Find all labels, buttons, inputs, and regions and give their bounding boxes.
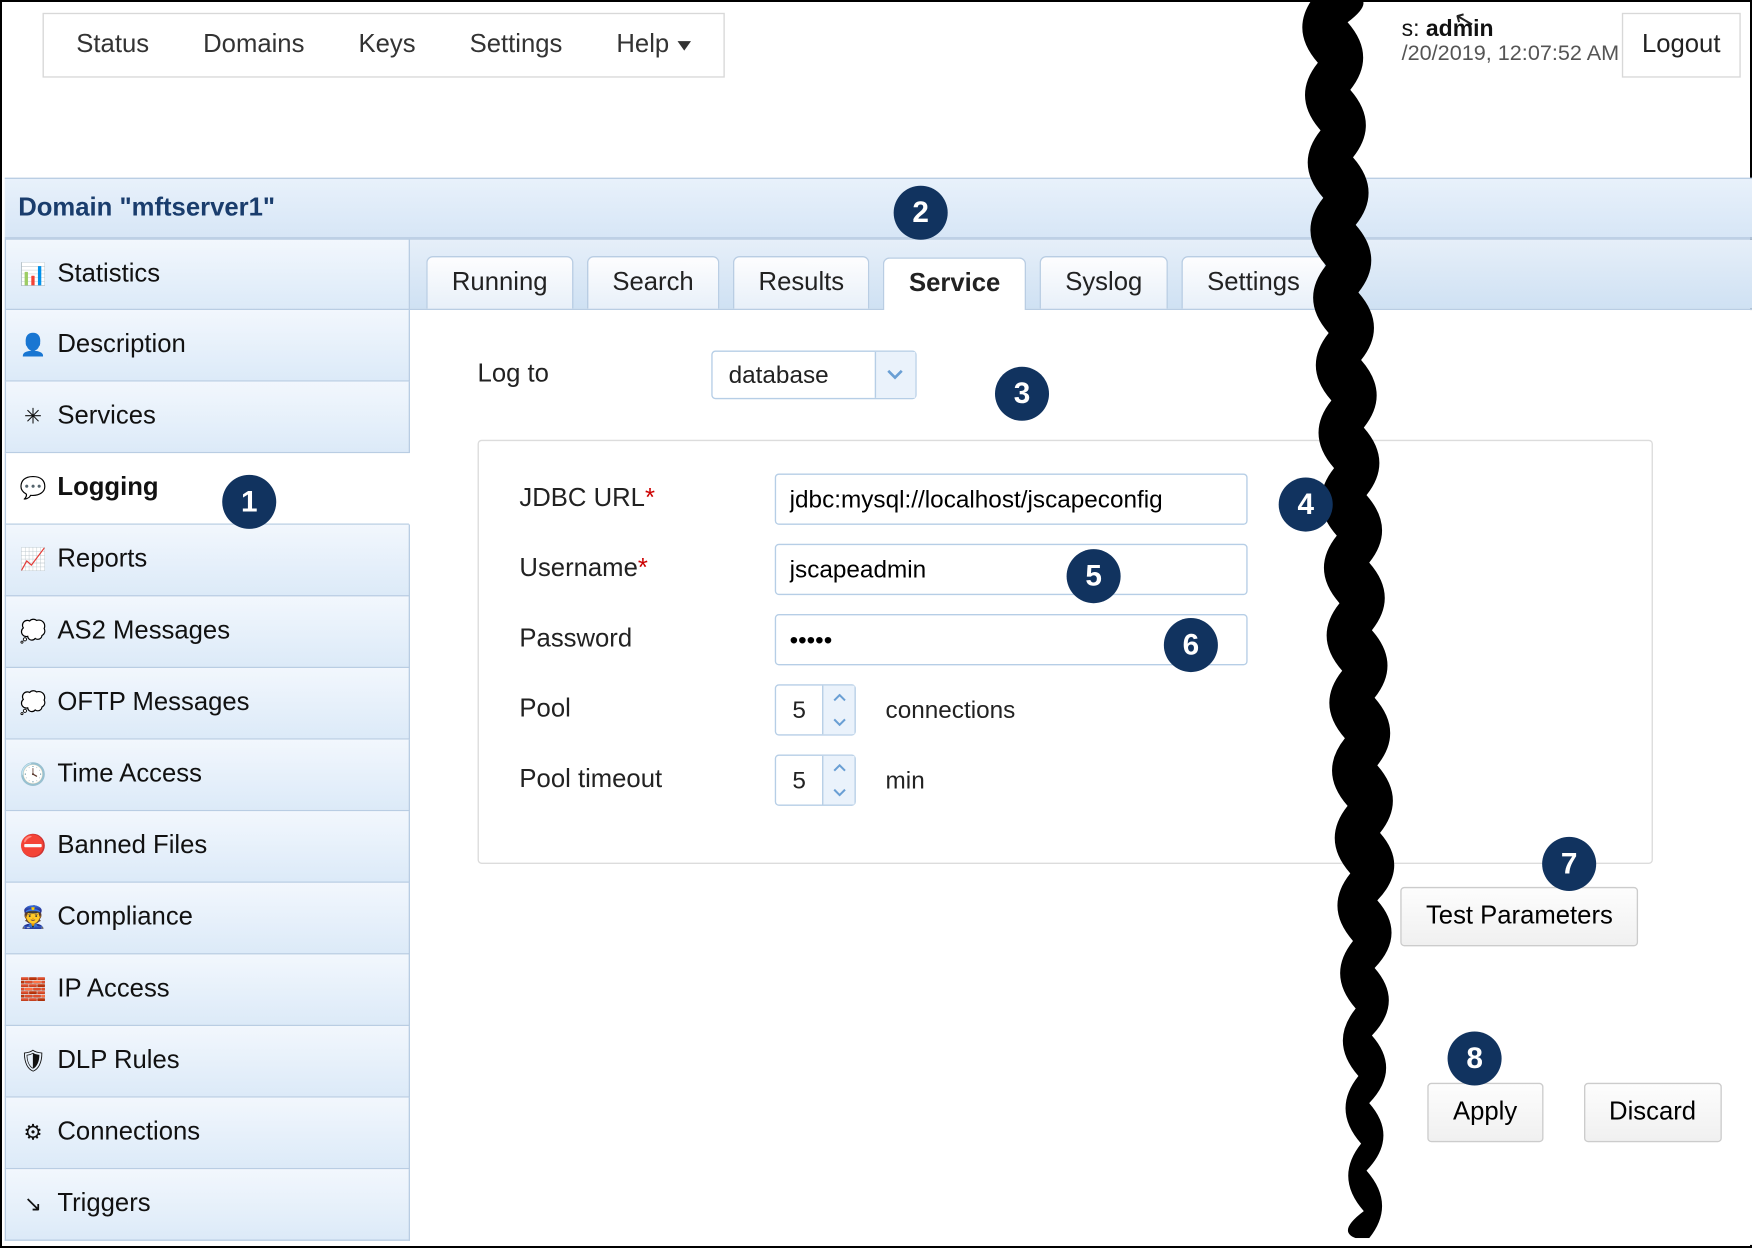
sidebar-item-connections[interactable]: ⚙ Connections [5, 1098, 410, 1170]
logto-value: database [712, 361, 874, 389]
user-info: s: admin /20/2019, 12:07:52 AM [1402, 16, 1620, 67]
connections-icon: ⚙ [20, 1119, 47, 1146]
sidebar-item-ipaccess[interactable]: 🧱 IP Access [5, 954, 410, 1026]
sidebar-item-logging[interactable]: 💬 Logging [5, 453, 410, 525]
timeout-spinner[interactable]: 5 [775, 755, 856, 806]
tab-syslog[interactable]: Syslog [1040, 256, 1168, 309]
callout-7: 7 [1542, 837, 1596, 891]
callout-1: 1 [222, 475, 276, 529]
banned-icon: ⛔ [20, 833, 47, 860]
sidebar-label: DLP Rules [57, 1046, 179, 1076]
username-label: Username* [519, 555, 755, 585]
sidebar-label: Description [57, 330, 185, 360]
reports-icon: 📈 [20, 546, 47, 573]
sidebar-label: AS2 Messages [57, 617, 230, 647]
domain-title: Domain "mftserver1" [18, 193, 275, 223]
sidebar-label: Connections [57, 1118, 200, 1148]
tab-service[interactable]: Service [883, 257, 1026, 310]
sidebar-item-statistics[interactable]: 📊 Statistics [5, 238, 410, 310]
sidebar-label: Statistics [57, 259, 160, 289]
nav-help[interactable]: Help [589, 30, 717, 60]
db-fieldset: JDBC URL* Username* Password Pool 5 [478, 440, 1653, 864]
sidebar-item-services[interactable]: ✳ Services [5, 382, 410, 454]
services-icon: ✳ [20, 403, 47, 430]
description-icon: 👤 [20, 332, 47, 359]
spin-down-icon[interactable] [823, 710, 854, 734]
sidebar-item-timeaccess[interactable]: 🕓 Time Access [5, 740, 410, 812]
sidebar-label: Compliance [57, 903, 193, 933]
timeout-label: Pool timeout [519, 765, 755, 795]
top-nav: Status Domains Keys Settings Help [43, 13, 725, 78]
username-input[interactable] [775, 544, 1248, 595]
sidebar-item-dlp[interactable]: 🛡 DLP Rules [5, 1026, 410, 1098]
as2-icon: 💭 [20, 618, 47, 645]
spin-up-icon[interactable] [823, 756, 854, 780]
password-label: Password [519, 625, 755, 655]
pool-value: 5 [776, 686, 822, 735]
sidebar-item-oftp[interactable]: 💭 OFTP Messages [5, 668, 410, 740]
nav-settings[interactable]: Settings [443, 30, 590, 60]
caret-down-icon [677, 41, 691, 50]
sidebar-label: Logging [57, 473, 158, 503]
sidebar-item-as2[interactable]: 💭 AS2 Messages [5, 596, 410, 668]
sidebar-label: Services [57, 402, 155, 432]
pool-spinner[interactable]: 5 [775, 684, 856, 735]
sidebar-item-reports[interactable]: 📈 Reports [5, 525, 410, 597]
logto-label: Log to [478, 360, 549, 390]
nav-status[interactable]: Status [49, 30, 176, 60]
jdbc-label: JDBC URL* [519, 484, 755, 514]
triggers-icon: ↘ [20, 1191, 47, 1218]
apply-button[interactable]: Apply [1427, 1083, 1543, 1142]
test-parameters-button[interactable]: Test Parameters [1400, 887, 1638, 946]
pool-suffix: connections [886, 696, 1016, 724]
spin-up-icon[interactable] [823, 686, 854, 710]
tabs: Running Search Results Service Syslog Se… [410, 238, 1752, 310]
dlp-icon: 🛡 [20, 1048, 47, 1075]
sidebar-item-description[interactable]: 👤 Description [5, 310, 410, 382]
sidebar-label: Banned Files [57, 832, 207, 862]
callout-3: 3 [995, 367, 1049, 421]
spin-down-icon[interactable] [823, 780, 854, 804]
sidebar-label: IP Access [57, 975, 169, 1005]
user-datetime: /20/2019, 12:07:52 AM [1402, 43, 1620, 67]
nav-keys[interactable]: Keys [331, 30, 442, 60]
sidebar-label: OFTP Messages [57, 688, 249, 718]
sidebar: 📊 Statistics 👤 Description ✳ Services 💬 Logg… [5, 238, 410, 1240]
callout-2: 2 [894, 186, 948, 240]
tab-search[interactable]: Search [587, 256, 720, 309]
oftp-icon: 💭 [20, 690, 47, 717]
compliance-icon: 👮 [20, 904, 47, 931]
sidebar-label: Reports [57, 545, 147, 575]
sidebar-item-banned[interactable]: ⛔ Banned Files [5, 811, 410, 883]
timeout-value: 5 [776, 756, 822, 805]
nav-help-label: Help [616, 30, 669, 60]
time-icon: 🕓 [20, 761, 47, 788]
sidebar-item-triggers[interactable]: ↘ Triggers [5, 1169, 410, 1241]
logging-icon: 💬 [20, 475, 47, 502]
timeout-suffix: min [886, 766, 925, 794]
logto-select[interactable]: database [711, 351, 916, 400]
statistics-icon: 📊 [20, 261, 47, 288]
tab-results[interactable]: Results [733, 256, 870, 309]
jdbc-input[interactable] [775, 473, 1248, 524]
sidebar-item-compliance[interactable]: 👮 Compliance [5, 883, 410, 955]
tab-running[interactable]: Running [426, 256, 573, 309]
chevron-down-icon [875, 352, 916, 398]
logout-button[interactable]: Logout [1622, 13, 1741, 78]
callout-6: 6 [1164, 618, 1218, 672]
callout-5: 5 [1067, 549, 1121, 603]
pool-label: Pool [519, 695, 755, 725]
torn-edge-decoration [1288, 0, 1410, 1238]
domain-title-bar: Domain "mftserver1" [5, 178, 1752, 239]
sidebar-label: Time Access [57, 760, 202, 790]
discard-button[interactable]: Discard [1583, 1083, 1721, 1142]
callout-4: 4 [1279, 478, 1333, 532]
nav-domains[interactable]: Domains [176, 30, 331, 60]
sidebar-label: Triggers [57, 1190, 150, 1220]
ip-icon: 🧱 [20, 976, 47, 1003]
footer-buttons: Apply Discard [1427, 1083, 1721, 1142]
callout-8: 8 [1448, 1031, 1502, 1085]
